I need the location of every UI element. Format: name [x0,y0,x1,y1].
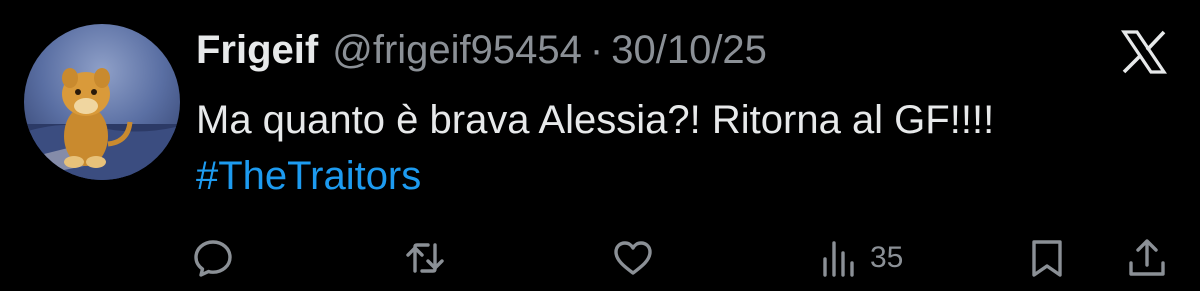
views-button[interactable]: 35 [818,230,903,286]
reply-icon [194,240,232,277]
like-button[interactable] [612,230,654,286]
hashtag-link[interactable]: #TheTraitors [196,148,994,204]
user-handle[interactable]: @frigeif95454 [332,24,582,76]
tweet-header: Frigeif @frigeif95454 · 30/10/25 [196,24,767,76]
views-bar-chart-icon [823,241,854,277]
tweet-body: Ma quanto è brava Alessia?! Ritorna al G… [196,92,994,204]
bookmark-button[interactable] [1026,230,1068,286]
retweet-button[interactable] [404,230,446,286]
heart-icon [614,241,652,275]
display-name[interactable]: Frigeif [196,24,318,76]
share-button[interactable] [1126,230,1168,286]
retweet-icon [406,243,444,273]
tweet-date[interactable]: 30/10/25 [611,24,767,76]
tweet-action-bar: 35 [0,230,1200,286]
reply-button[interactable] [192,230,234,286]
bookmark-icon [1032,240,1062,277]
tweet-text: Ma quanto è brava Alessia?! Ritorna al G… [196,98,995,142]
avatar[interactable] [24,24,180,180]
separator-dot: · [589,28,604,72]
x-logo-icon [1120,28,1168,76]
share-icon [1129,239,1165,276]
views-count: 35 [870,241,904,274]
lion-cub-avatar-image [24,68,180,180]
